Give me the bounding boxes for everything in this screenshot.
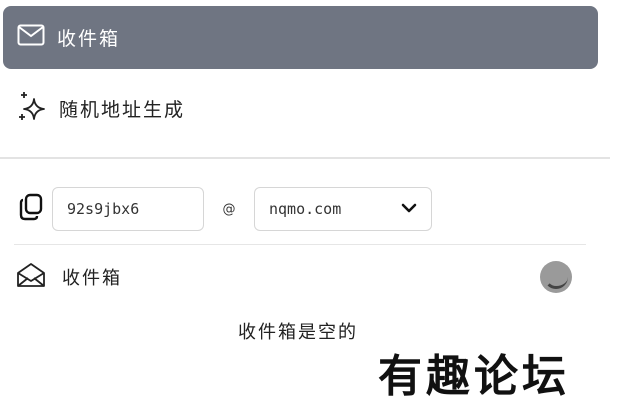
copy-button[interactable] [16,193,46,225]
inbox-title: 收件箱 [62,268,122,289]
domain-select[interactable]: nqmo.com [254,187,432,231]
watermark: 有趣论坛 [378,351,570,402]
nav-item-generate-address[interactable]: 随机地址生成 [3,80,598,136]
sparkles-icon [17,90,47,127]
inbox-title-group: 收件箱 [16,262,122,293]
loading-spinner-icon [540,261,572,293]
inbox-header: 收件箱 [16,256,572,298]
nav-item-inbox[interactable]: 收件箱 [3,6,598,69]
nav-item-inbox-label: 收件箱 [57,28,121,50]
chevron-down-icon [401,200,417,218]
open-mail-icon [16,262,46,293]
username-input[interactable] [52,187,204,231]
mail-icon [17,24,45,51]
section-divider [0,157,610,159]
domain-select-value: nqmo.com [269,200,342,218]
address-row: @ nqmo.com [16,186,616,232]
nav-item-generate-label: 随机地址生成 [59,98,186,121]
at-sign: @ [222,201,236,217]
row-divider [14,244,586,245]
copy-icon [18,193,44,225]
